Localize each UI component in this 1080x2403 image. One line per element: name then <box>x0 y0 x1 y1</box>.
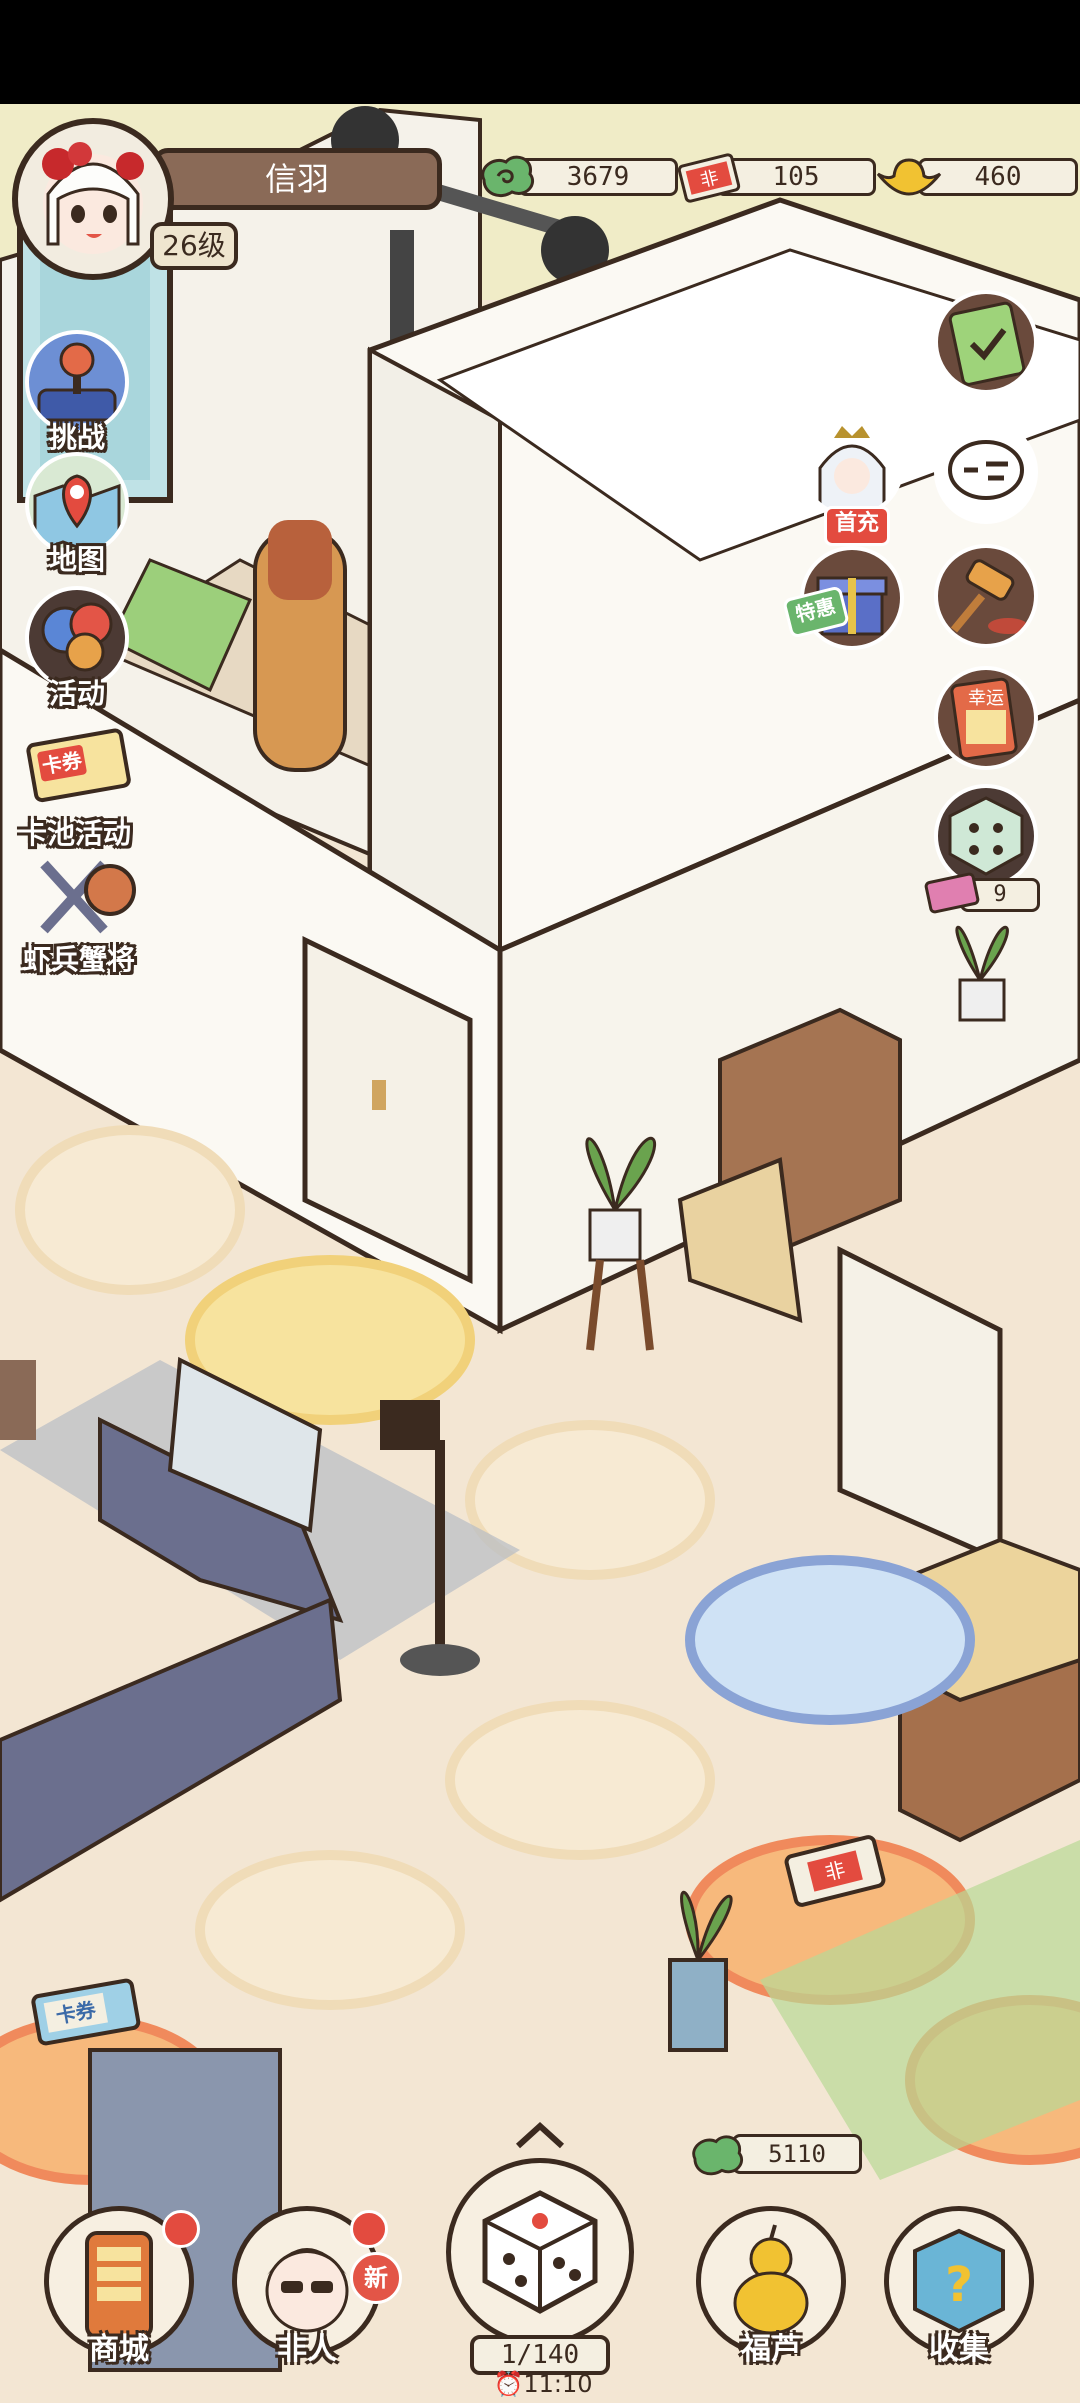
lucky-card-icon: 幸运 <box>950 677 1018 761</box>
characters-button[interactable]: 新 非人 <box>232 2206 402 2367</box>
challenge-button[interactable]: 挑战 <box>12 330 142 456</box>
gavel-icon <box>950 559 1028 634</box>
dice-timer-value: 11:10 <box>523 2370 593 2398</box>
coins-counter[interactable]: 3679 <box>478 154 688 200</box>
cards-counter[interactable]: 105 非 <box>676 153 886 203</box>
card-ticket-icon: 卡券 <box>26 728 131 803</box>
card-pool-event-button[interactable]: 卡券 卡池活动 <box>0 720 150 852</box>
event-label: 活动 <box>48 677 105 710</box>
challenge-label: 挑战 <box>48 421 105 454</box>
card-tile-ticket: 非 <box>784 1835 886 1907</box>
bonus-coins-value: 5110 <box>732 2134 862 2174</box>
first-recharge-button[interactable] <box>800 414 904 518</box>
chat-bubble-icon <box>948 440 1024 500</box>
svg-text:?: ? <box>945 2257 973 2313</box>
coupon-tile-ticket: 卡券 <box>31 1978 141 2046</box>
new-badge: 新 <box>350 2252 402 2304</box>
collection-button[interactable]: ? 收集 <box>884 2206 1044 2367</box>
gold-ingot-icon <box>876 158 942 196</box>
minions-button[interactable]: 虾兵蟹将 <box>4 850 154 978</box>
minions-label: 虾兵蟹将 <box>22 943 135 976</box>
status-bar <box>0 0 1080 104</box>
auction-button[interactable] <box>934 544 1038 648</box>
player-level: 26级 <box>150 222 238 270</box>
collection-label: 收集 <box>929 2332 989 2367</box>
card-pool-event-label: 卡池活动 <box>18 817 131 850</box>
coins-value: 3679 <box>518 158 678 196</box>
lucky-card-label: 幸运 <box>968 688 1004 709</box>
roll-dice-button[interactable] <box>446 2158 634 2346</box>
gourd-button[interactable]: 福芦 <box>696 2206 856 2367</box>
lucky-card-button[interactable]: 幸运 <box>934 666 1038 770</box>
clock-icon: ⏰ <box>493 2370 524 2398</box>
bonus-coins-indicator: 5110 <box>688 2130 878 2180</box>
shop-notification-dot <box>162 2210 200 2248</box>
gourd-label: 福芦 <box>741 2332 801 2367</box>
crossed-weapons-icon <box>40 860 136 934</box>
coin-cloud-icon <box>692 2135 744 2176</box>
characters-label: 非人 <box>277 2332 337 2367</box>
gold-counter[interactable]: 460 <box>874 154 1080 200</box>
dice-refill-timer: ⏰11:10 <box>488 2370 598 2398</box>
tasks-button[interactable] <box>934 290 1038 394</box>
checklist-icon <box>948 301 1026 386</box>
ticket-icon <box>924 872 980 914</box>
player-name: 信羽 <box>152 148 442 210</box>
avatar-portrait-icon <box>42 142 144 254</box>
game-scene <box>0 104 1080 2403</box>
first-recharge-label: 首充 <box>824 506 890 546</box>
event-button[interactable]: 活动 <box>12 586 142 712</box>
chat-button[interactable] <box>934 420 1038 524</box>
card-ticket-icon: 非 <box>677 153 741 203</box>
map-label: 地图 <box>48 543 105 576</box>
dice-icon <box>482 2190 598 2314</box>
characters-notification-dot <box>350 2210 388 2248</box>
shop-label: 商城 <box>89 2332 149 2367</box>
coin-cloud-icon <box>481 155 535 197</box>
character-portrait-icon <box>818 426 886 514</box>
expand-up-arrow-icon[interactable] <box>512 2118 568 2152</box>
map-button[interactable]: 地图 <box>12 452 142 578</box>
shop-button[interactable]: 商城 <box>44 2206 204 2367</box>
dice-remaining: 1/140 <box>470 2335 610 2375</box>
